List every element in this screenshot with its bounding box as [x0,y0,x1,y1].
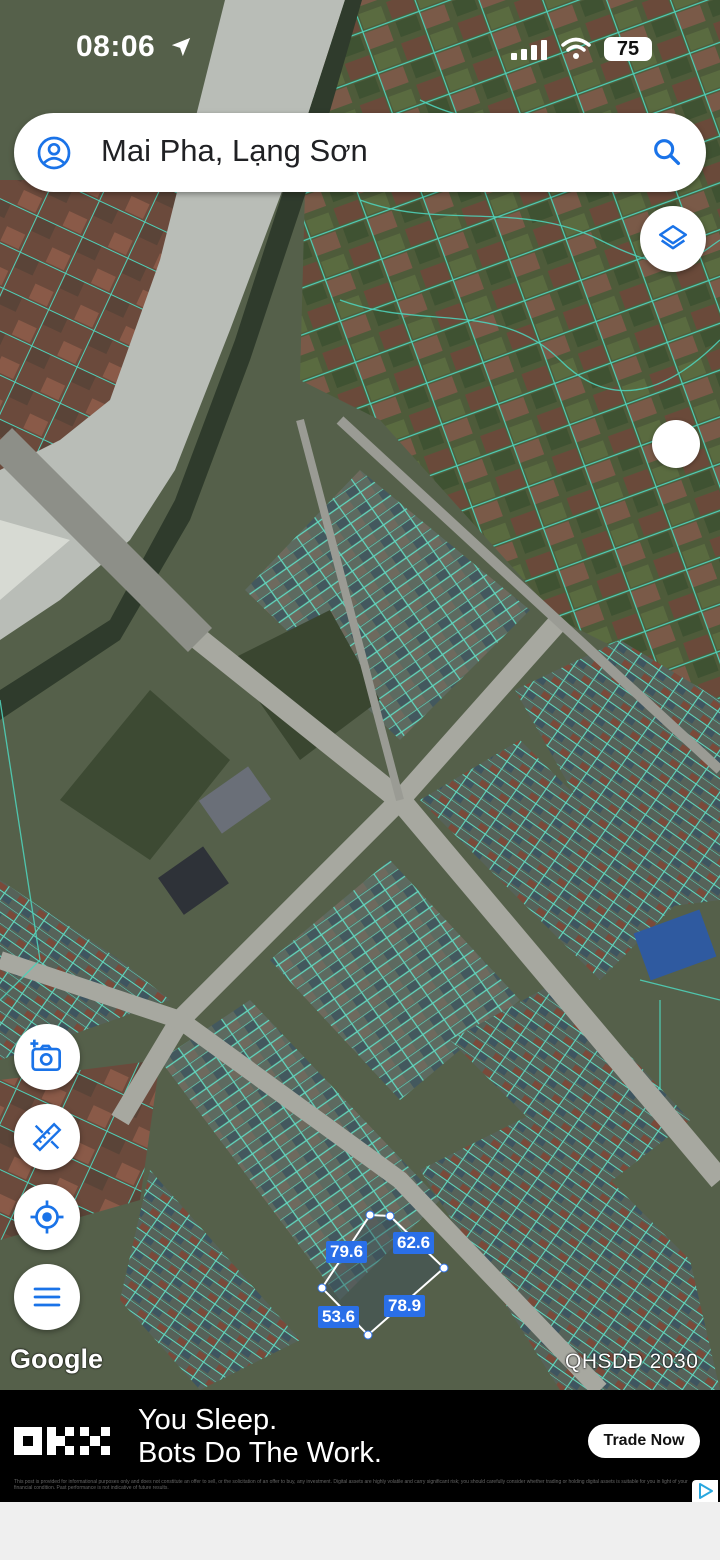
layers-button[interactable] [640,206,706,272]
ad-headline: You Sleep. Bots Do The Work. [138,1404,382,1470]
satellite-imagery [0,0,720,1390]
search-query[interactable]: Mai Pha, Lạng Sơn [101,133,368,169]
status-bar: 08:06 75 [0,0,720,100]
layer-label: QHSDĐ 2030 [565,1350,699,1373]
search-icon[interactable] [650,135,684,169]
camera-add-icon [30,1039,62,1072]
ruler-pencil-icon [32,1122,62,1152]
adchoices-button[interactable] [692,1480,718,1502]
menu-button[interactable] [14,1264,80,1330]
map-view[interactable]: 79.6 62.6 53.6 78.9 Google QHSDĐ 2030 [0,0,720,1390]
add-photo-button[interactable] [14,1024,80,1090]
location-arrow-icon [171,37,191,57]
measure-tool-button[interactable] [14,1104,80,1170]
measurement-label: 53.6 [318,1306,360,1328]
adchoices-icon [699,1483,713,1499]
wifi-icon [561,37,591,59]
measurement-label: 62.6 [393,1232,435,1254]
trade-now-button[interactable]: Trade Now [588,1424,700,1458]
google-attribution: Google [10,1344,103,1374]
my-location-button[interactable] [14,1184,80,1250]
search-bar[interactable]: Mai Pha, Lạng Sơn [14,113,706,192]
layers-icon [658,224,688,250]
okx-logo [14,1427,110,1455]
measurement-label: 79.6 [326,1241,368,1263]
ad-headline-line: Bots Do The Work. [138,1437,382,1469]
my-location-icon [30,1200,64,1234]
battery-level: 75 [604,37,652,61]
user-icon[interactable] [36,135,72,171]
menu-icon [33,1287,61,1307]
signal-icon [511,40,547,60]
ad-banner[interactable]: You Sleep. Bots Do The Work. Trade Now T… [0,1390,720,1502]
measurement-label: 78.9 [384,1295,426,1317]
ad-headline-line: You Sleep. [138,1404,278,1436]
status-time: 08:06 [76,30,156,63]
transparency-slider-knob[interactable] [652,420,700,468]
ad-disclaimer: This post is provided for informational … [14,1479,688,1491]
